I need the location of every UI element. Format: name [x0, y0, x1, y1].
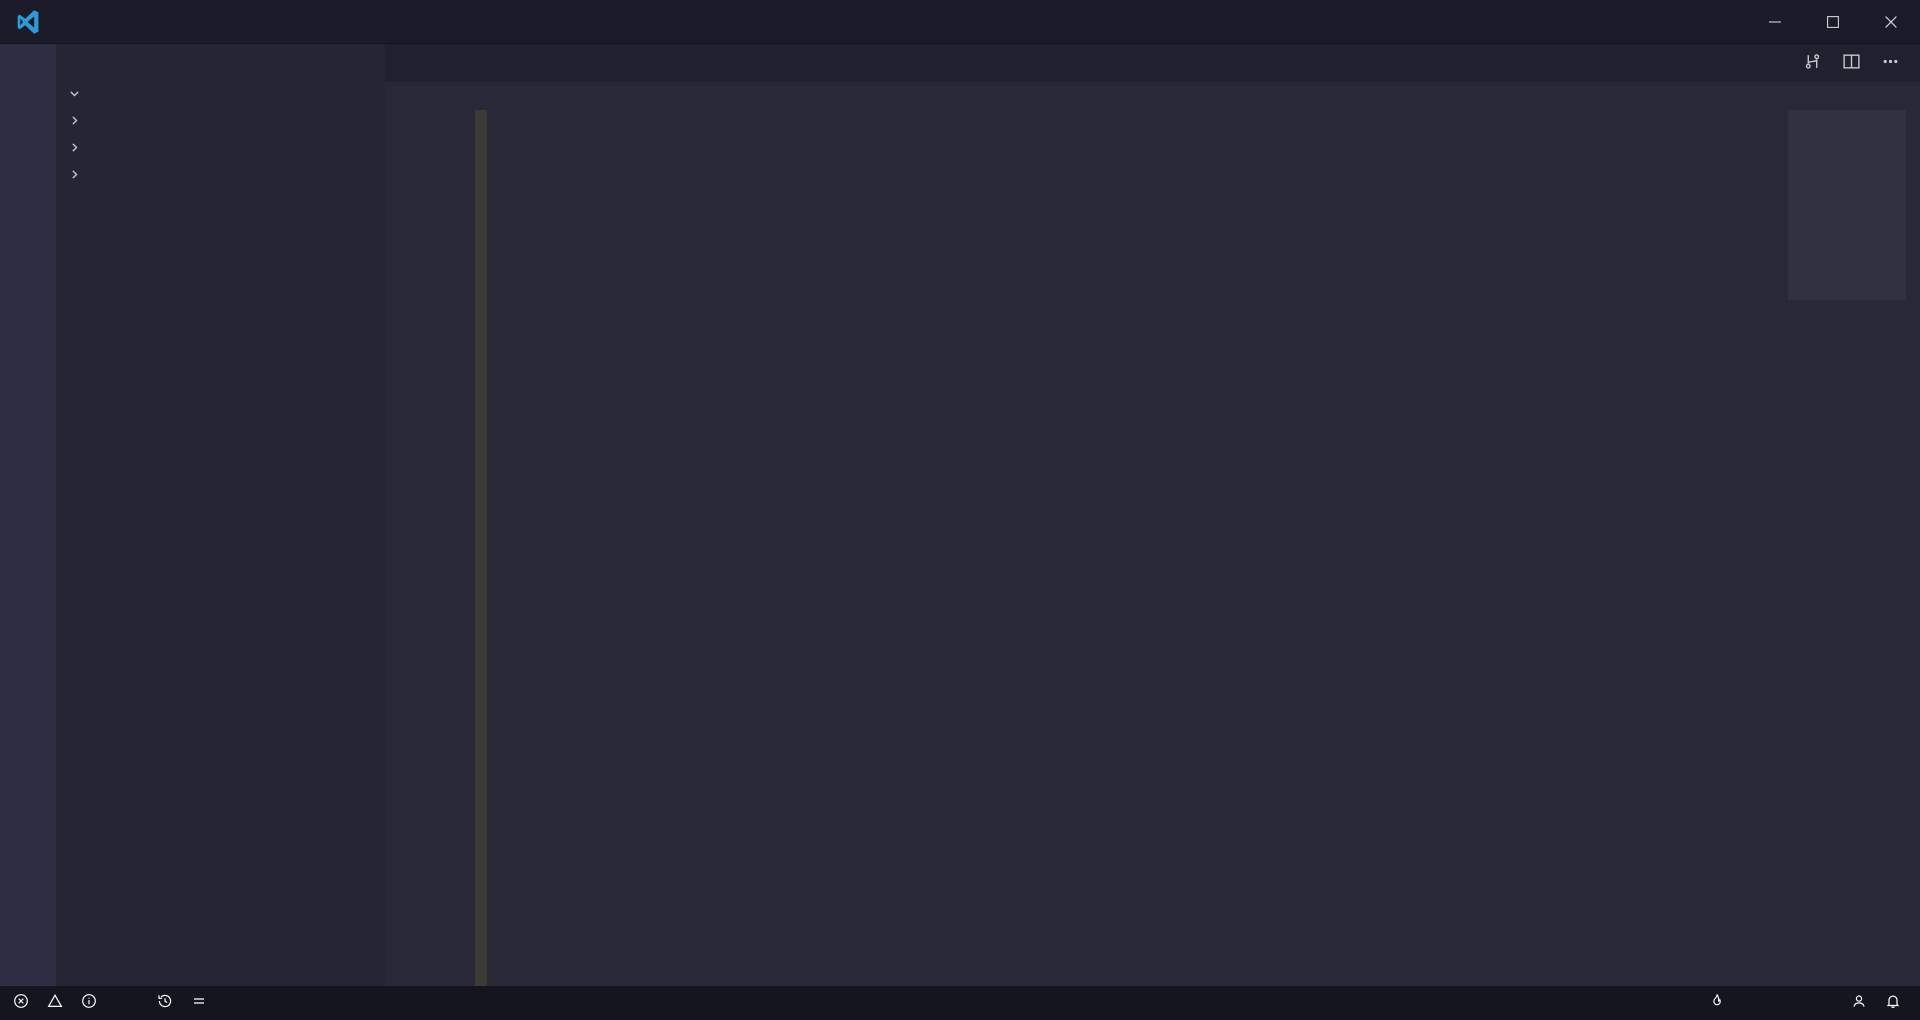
status-account[interactable] — [1842, 986, 1876, 1020]
status-notifications[interactable] — [1876, 986, 1916, 1020]
status-cursor-position[interactable] — [1734, 986, 1752, 1020]
sidebar-section-todos[interactable] — [56, 161, 385, 188]
error-icon — [13, 993, 29, 1013]
status-bar[interactable] — [0, 986, 1920, 1020]
minimap-slider[interactable] — [1788, 110, 1906, 300]
chevron-right-icon — [65, 112, 83, 130]
status-wakatime[interactable] — [130, 986, 148, 1020]
status-indentation[interactable] — [1752, 986, 1770, 1020]
code-content[interactable] — [475, 110, 1788, 986]
breadcrumb[interactable] — [385, 82, 1920, 110]
title-bar — [0, 0, 1920, 44]
sidebar-section-outline[interactable] — [56, 134, 385, 161]
status-history[interactable] — [148, 986, 182, 1020]
status-language-file[interactable] — [182, 986, 222, 1020]
minimap[interactable] — [1788, 110, 1906, 986]
status-platform[interactable] — [1824, 986, 1842, 1020]
split-editor-icon[interactable] — [1842, 52, 1861, 74]
chevron-right-icon — [65, 139, 83, 157]
bell-icon — [1885, 993, 1901, 1013]
editor-actions[interactable] — [1783, 44, 1920, 82]
window-controls[interactable] — [1746, 0, 1920, 44]
split-compare-icon[interactable] — [1803, 52, 1822, 74]
code-editor[interactable] — [385, 110, 1920, 986]
close-button[interactable] — [1862, 0, 1920, 44]
workbench — [0, 44, 1920, 986]
status-language-mode[interactable] — [1806, 986, 1824, 1020]
chevron-down-icon — [65, 85, 83, 103]
maximize-button[interactable] — [1804, 0, 1862, 44]
info-icon — [81, 993, 97, 1013]
vscode-logo-icon — [0, 0, 56, 44]
line-numbers-gutter[interactable] — [385, 110, 475, 986]
indent-guide — [475, 110, 487, 986]
status-encoding[interactable] — [1770, 986, 1788, 1020]
chevron-right-icon — [65, 166, 83, 184]
fire-icon — [1709, 993, 1725, 1013]
status-problems[interactable] — [4, 986, 112, 1020]
overview-ruler[interactable] — [1906, 110, 1920, 986]
sidebar-title — [56, 44, 385, 80]
more-actions-icon[interactable] — [1881, 52, 1900, 74]
warning-icon — [47, 993, 63, 1013]
sidebar-section-32project[interactable] — [56, 107, 385, 134]
status-eol[interactable] — [1788, 986, 1806, 1020]
editor-tabs[interactable] — [385, 44, 1920, 82]
status-file-size[interactable] — [112, 986, 130, 1020]
minimize-button[interactable] — [1746, 0, 1804, 44]
sidebar — [56, 44, 385, 986]
status-fire[interactable] — [1700, 986, 1734, 1020]
editor-group — [385, 44, 1920, 986]
vscode-window — [0, 0, 1920, 1020]
sidebar-section-open-editors[interactable] — [56, 80, 385, 107]
history-icon — [157, 993, 173, 1013]
equals-icon — [191, 993, 207, 1013]
activity-bar[interactable] — [0, 44, 56, 986]
account-icon — [1851, 993, 1867, 1013]
